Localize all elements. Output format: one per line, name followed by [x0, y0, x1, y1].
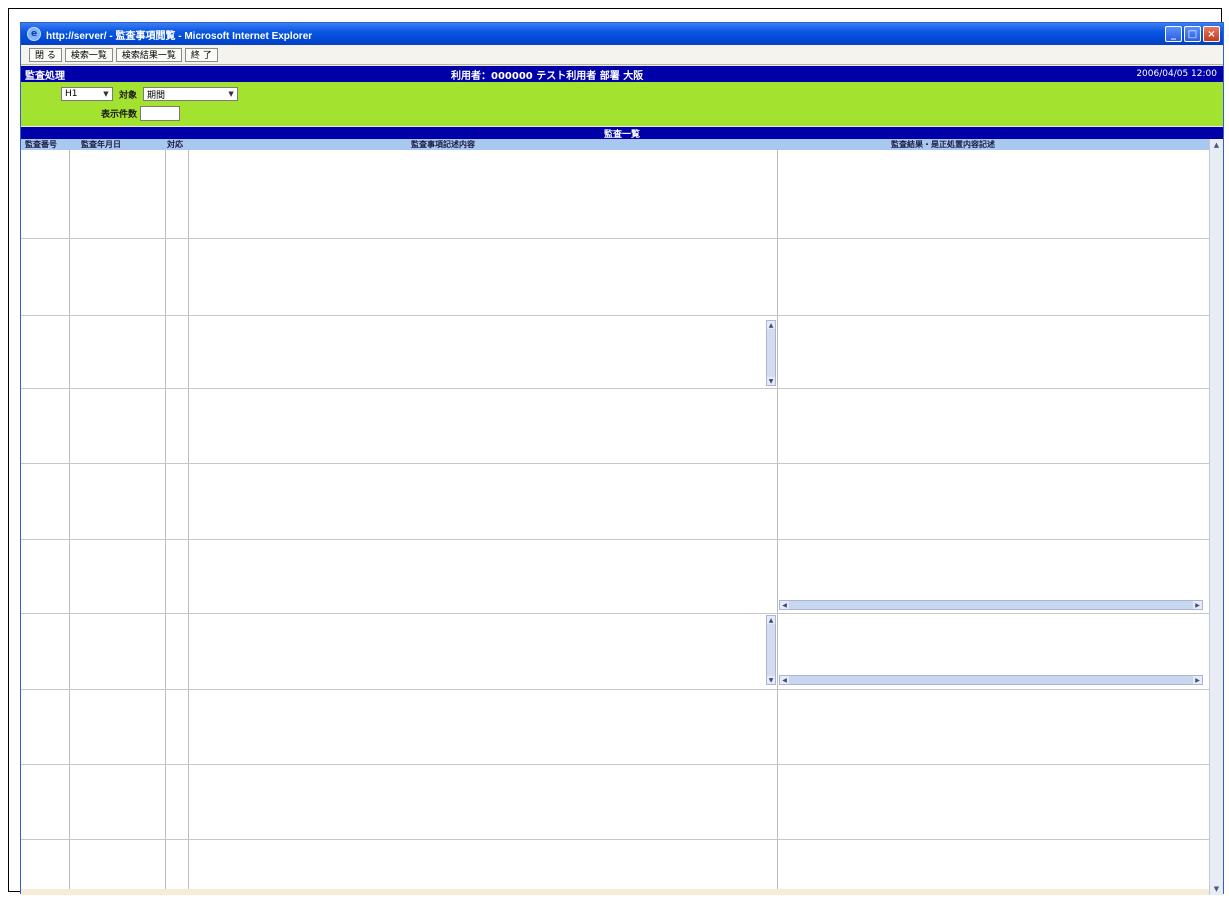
timestamp: 2006/04/05 12:00	[1136, 69, 1217, 79]
table-header: 監査番号 監査年月日 対応 監査事項記述内容 監査結果・是正処置内容記述	[21, 139, 1223, 150]
table-row	[21, 613, 1211, 614]
page-vertical-scrollbar[interactable]: ▲ ▼	[1209, 139, 1223, 895]
close-button[interactable]: ×	[1203, 26, 1220, 42]
col-audit-date[interactable]: 監査年月日	[81, 139, 121, 150]
scroll-up-icon[interactable]: ▲	[1210, 139, 1223, 151]
header-bar: 監査処理 利用者：000000 テスト利用者 部署 大阪 2006/04/05 …	[21, 66, 1223, 82]
display-count-label: 表示件数	[101, 110, 138, 120]
toolbar-close-button[interactable]: 閉 る	[29, 47, 62, 62]
table-row	[21, 689, 1211, 690]
bottom-strip	[21, 889, 1211, 895]
col-audit-number[interactable]: 監査番号	[25, 139, 57, 150]
period-select[interactable]: H1 ▼	[61, 87, 113, 101]
table-row	[21, 388, 1211, 389]
column-divider	[777, 150, 778, 895]
filter-row-2: 表示件数	[101, 106, 181, 121]
cell-vertical-scrollbar[interactable]: ▲ ▼	[766, 320, 776, 386]
browser-icon: e	[27, 27, 41, 41]
cell-horizontal-scrollbar[interactable]: ◀ ▶	[779, 600, 1203, 610]
category-select-value: 期間	[147, 90, 166, 101]
page-title: 監査処理	[25, 70, 65, 82]
chevron-down-icon: ▼	[228, 90, 234, 98]
filter-row: H1 ▼ 対象 期間 ▼	[61, 87, 239, 101]
table-row	[21, 839, 1211, 840]
scroll-up-icon[interactable]: ▲	[767, 616, 775, 624]
scroll-down-icon[interactable]: ▼	[1210, 883, 1223, 895]
audit-table: ▲ ▼ ▲ ▼ ◀ ▶ ◀ ▶	[21, 150, 1211, 895]
display-count-input[interactable]	[140, 106, 181, 121]
window-controls: _ □ ×	[1165, 26, 1220, 42]
browser-window: e http://server/ - 監査事項閲覧 - Microsoft In…	[20, 22, 1224, 895]
scroll-up-icon[interactable]: ▲	[767, 321, 775, 329]
toolbar-exit-button[interactable]: 終 了	[184, 47, 218, 62]
scroll-left-icon[interactable]: ◀	[780, 676, 789, 684]
cell-horizontal-scrollbar[interactable]: ◀ ▶	[779, 675, 1203, 685]
scroll-right-icon[interactable]: ▶	[1193, 676, 1202, 684]
user-info: 利用者：000000 テスト利用者 部署 大阪	[451, 70, 644, 82]
scroll-left-icon[interactable]: ◀	[780, 601, 789, 609]
category-select[interactable]: 期間 ▼	[143, 87, 239, 101]
title-bar[interactable]: e http://server/ - 監査事項閲覧 - Microsoft In…	[21, 23, 1223, 45]
cell-vertical-scrollbar[interactable]: ▲ ▼	[766, 615, 776, 685]
filter-area: H1 ▼ 対象 期間 ▼ 表示件数	[21, 82, 1223, 126]
table-row	[21, 238, 1211, 239]
table-row	[21, 764, 1211, 765]
section-title: 監査一覧	[21, 127, 1223, 140]
toolbar: 閉 る 検索一覧 検索結果一覧 終 了	[21, 45, 1223, 65]
column-divider	[188, 150, 189, 895]
col-response[interactable]: 対応	[167, 139, 183, 150]
table-row	[21, 539, 1211, 540]
scroll-right-icon[interactable]: ▶	[1193, 601, 1202, 609]
column-divider	[165, 150, 166, 895]
maximize-button[interactable]: □	[1184, 26, 1201, 42]
table-row	[21, 463, 1211, 464]
chevron-down-icon: ▼	[103, 90, 109, 98]
window-title: http://server/ - 監査事項閲覧 - Microsoft Inte…	[46, 30, 313, 42]
table-row	[21, 315, 1211, 316]
scroll-down-icon[interactable]: ▼	[767, 676, 775, 684]
col-audit-description[interactable]: 監査事項記述内容	[411, 139, 475, 150]
column-divider	[69, 150, 70, 895]
minimize-button[interactable]: _	[1165, 26, 1182, 42]
toolbar-search-list-button[interactable]: 検索一覧	[64, 47, 113, 62]
toolbar-result-list-button[interactable]: 検索結果一覧	[115, 47, 182, 62]
category-label: 対象	[119, 90, 138, 101]
scroll-down-icon[interactable]: ▼	[767, 377, 775, 385]
period-select-value: H1	[65, 89, 78, 99]
col-audit-result[interactable]: 監査結果・是正処置内容記述	[891, 139, 995, 150]
